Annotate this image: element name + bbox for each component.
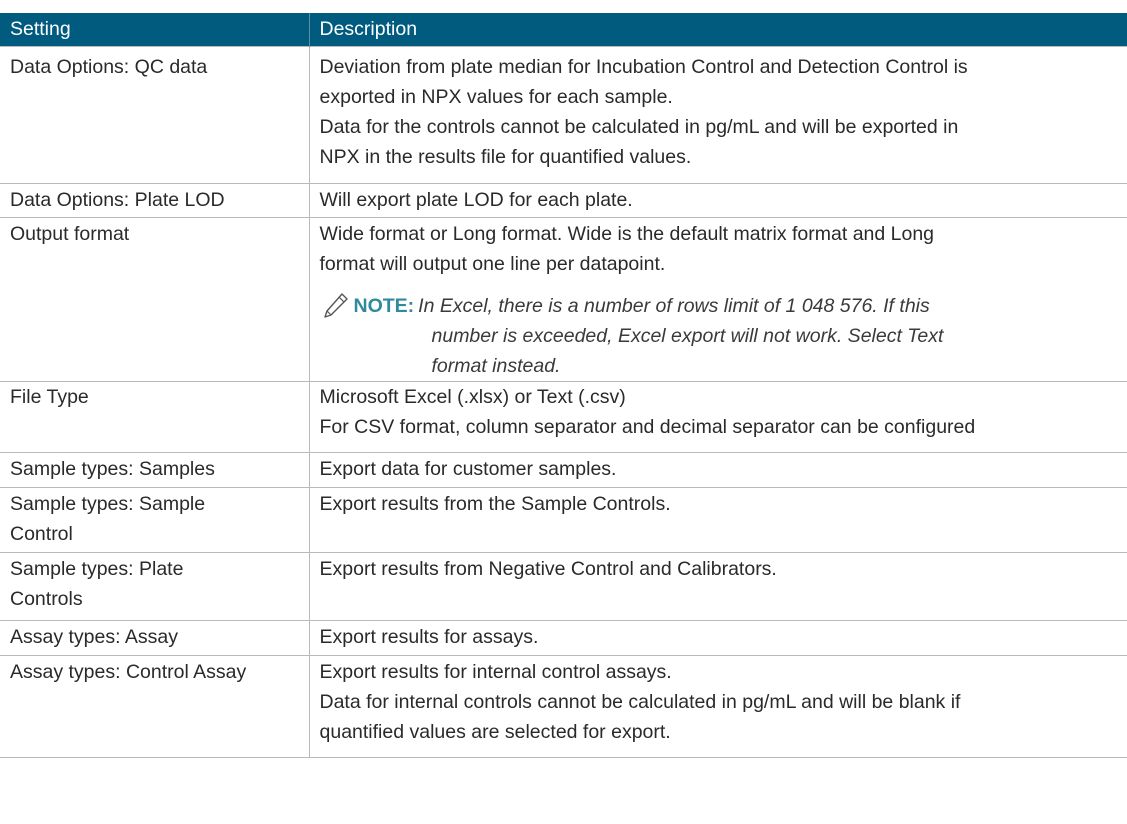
table-row: Assay types: Control Assay Export result… xyxy=(0,655,1127,758)
note-text: number is exceeded, Excel export will no… xyxy=(431,325,944,347)
description-cell: Export results from Negative Control and… xyxy=(308,552,1127,621)
description-line: Will export plate LOD for each plate. xyxy=(319,189,633,211)
header-description: Description xyxy=(308,13,1127,47)
note-text: format instead. xyxy=(431,355,561,377)
table-row: File Type Microsoft Excel (.xlsx) or Tex… xyxy=(0,381,1127,453)
settings-table: Setting Description Data Options: QC dat… xyxy=(0,13,1127,758)
description-cell: Export results for assays. xyxy=(308,620,1127,656)
description-line: Wide format or Long format. Wide is the … xyxy=(319,223,935,245)
table-row: Sample types: Plate Controls Export resu… xyxy=(0,552,1127,621)
description-line: Data for internal controls cannot be cal… xyxy=(319,691,961,713)
header-setting: Setting xyxy=(0,13,309,47)
setting-line: Controls xyxy=(10,588,83,610)
setting-cell: Data Options: QC data xyxy=(0,46,309,184)
setting-cell: Assay types: Assay xyxy=(0,620,309,656)
description-line: Export results from the Sample Controls. xyxy=(319,493,671,515)
setting-line: Sample types: Sample xyxy=(10,493,206,515)
description-line: NPX in the results file for quantified v… xyxy=(319,146,692,168)
description-line: quantified values are selected for expor… xyxy=(319,721,671,743)
description-line: Export results for internal control assa… xyxy=(319,661,672,683)
table-row: Data Options: Plate LOD Will export plat… xyxy=(0,183,1127,218)
table-header-row: Setting Description xyxy=(0,13,1127,47)
description-cell: Export results for internal control assa… xyxy=(308,655,1127,758)
setting-cell: File Type xyxy=(0,381,309,453)
description-cell: Export results from the Sample Controls. xyxy=(308,487,1127,553)
description-cell: Export data for customer samples. xyxy=(308,452,1127,488)
description-cell: Deviation from plate median for Incubati… xyxy=(308,46,1127,184)
description-cell: Wide format or Long format. Wide is the … xyxy=(308,217,1127,382)
table-row: Assay types: Assay Export results for as… xyxy=(0,620,1127,656)
description-line: Deviation from plate median for Incubati… xyxy=(319,56,968,78)
table-row: Sample types: Sample Control Export resu… xyxy=(0,487,1127,553)
description-line: Microsoft Excel (.xlsx) or Text (.csv) xyxy=(319,386,626,408)
setting-line: Sample types: Plate xyxy=(10,558,184,580)
description-cell: Will export plate LOD for each plate. xyxy=(308,183,1127,218)
description-cell: Microsoft Excel (.xlsx) or Text (.csv) F… xyxy=(308,381,1127,453)
description-line: For CSV format, column separator and dec… xyxy=(319,416,976,438)
description-line: Export data for customer samples. xyxy=(319,458,617,480)
description-line: Data for the controls cannot be calculat… xyxy=(319,116,959,138)
note-block: NOTE: In Excel, there is a number of rows… xyxy=(320,291,1120,381)
setting-cell: Assay types: Control Assay xyxy=(0,655,309,758)
table-row: Data Options: QC data Deviation from pla… xyxy=(0,46,1127,184)
setting-cell: Sample types: Sample Control xyxy=(0,487,309,553)
setting-cell: Sample types: Plate Controls xyxy=(0,552,309,621)
setting-cell: Sample types: Samples xyxy=(0,452,309,488)
description-line: format will output one line per datapoin… xyxy=(319,253,666,275)
note-text: In Excel, there is a number of rows limi… xyxy=(418,295,930,317)
table-row: Sample types: Samples Export data for cu… xyxy=(0,452,1127,488)
description-line: Export results for assays. xyxy=(319,626,539,648)
table-row: Output format Wide format or Long format… xyxy=(0,217,1127,382)
description-line: exported in NPX values for each sample. xyxy=(319,86,673,108)
setting-line: Control xyxy=(10,523,73,545)
description-line: Export results from Negative Control and… xyxy=(319,558,777,580)
setting-cell: Data Options: Plate LOD xyxy=(0,183,309,218)
pencil-icon xyxy=(323,293,348,318)
setting-cell: Output format xyxy=(0,217,309,382)
note-label: NOTE: xyxy=(353,295,415,317)
